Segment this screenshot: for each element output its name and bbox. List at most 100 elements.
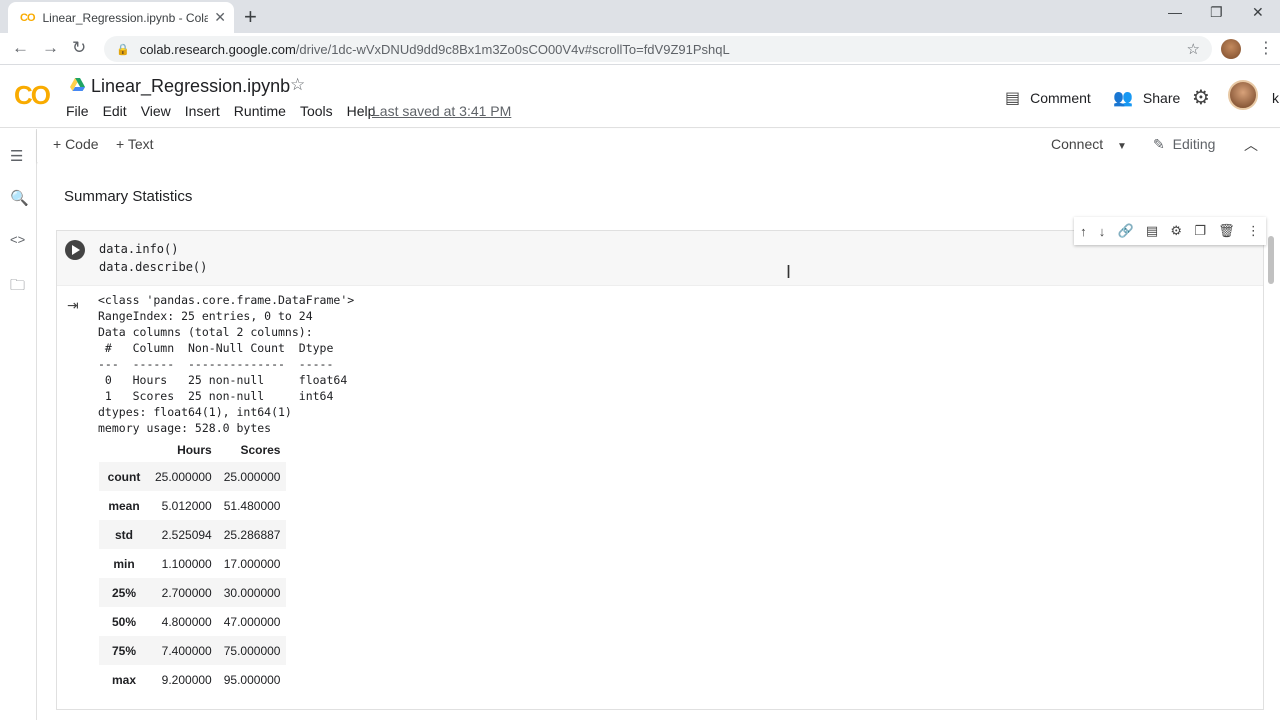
cell-settings-icon[interactable]: ⚙ (1170, 223, 1182, 239)
code-cell[interactable]: data.info() data.describe() ↑ ↓ 🔗 ▤ ⚙ ❐ … (56, 217, 1266, 710)
cell-hours: 2.700000 (161, 585, 212, 600)
table-row: min 1.100000 17.000000 (99, 549, 286, 578)
add-text-button[interactable]: + Text (116, 136, 154, 152)
menu-file[interactable]: File (66, 103, 89, 119)
editing-mode-button[interactable]: ✎ Editing (1153, 136, 1215, 153)
reload-icon[interactable]: ↻ (72, 38, 86, 58)
bookmark-star-icon[interactable]: ☆ (1187, 40, 1200, 58)
forward-icon[interactable]: → (42, 38, 59, 58)
row-label: 75% (111, 643, 137, 658)
cell-scores: 25.000000 (223, 469, 281, 484)
code-editor[interactable]: data.info() data.describe() (99, 240, 207, 276)
index-header (99, 438, 149, 462)
comment-label: Comment (1030, 90, 1091, 106)
code-snippets-icon[interactable]: <> (10, 232, 25, 247)
comment-button[interactable]: ▤ Comment (1005, 88, 1091, 108)
cell-hours: 2.525094 (161, 527, 212, 542)
more-options-icon[interactable]: ⋮ (1247, 223, 1260, 239)
add-code-button[interactable]: + Code (53, 136, 99, 152)
table-row: 50% 4.800000 47.000000 (99, 607, 286, 636)
cell-scores: 75.000000 (223, 643, 281, 658)
dropdown-arrow-icon[interactable]: ▼ (1117, 141, 1127, 152)
browser-tab[interactable]: CO Linear_Regression.ipynb - Colabc ✕ (8, 2, 234, 33)
section-heading: Summary Statistics (64, 188, 193, 205)
menu-edit[interactable]: Edit (103, 103, 127, 119)
cell-scores: 25.286887 (223, 527, 281, 542)
notebook-title[interactable]: Linear_Regression.ipynb (91, 76, 290, 97)
browser-menu-icon[interactable]: ⋮ (1258, 38, 1274, 58)
row-label: 25% (111, 585, 137, 600)
mirror-cell-icon[interactable]: ❐ (1194, 223, 1206, 239)
link-icon[interactable]: 🔗 (1118, 223, 1134, 239)
describe-table: Hours Scores count 25.000000 25.000000 mea… (99, 438, 287, 694)
cell-scores: 30.000000 (223, 585, 281, 600)
cell-hours: 7.400000 (161, 643, 212, 658)
menu-tools[interactable]: Tools (300, 103, 333, 119)
restore-icon[interactable]: ❐ (1210, 4, 1223, 21)
row-label: min (113, 556, 135, 571)
run-cell-button[interactable] (65, 240, 85, 260)
notebook-area: Summary Statistics data.info() data.desc… (38, 162, 1280, 720)
url-host: colab.research.google.com (139, 41, 296, 57)
cell-scores: 95.000000 (223, 672, 281, 687)
move-up-icon[interactable]: ↑ (1080, 224, 1087, 239)
table-of-contents-icon[interactable]: ☰ (10, 147, 23, 165)
back-icon[interactable]: ← (12, 38, 29, 58)
menu-view[interactable]: View (141, 103, 171, 119)
scrollbar-thumb[interactable] (1268, 236, 1274, 284)
search-icon[interactable]: 🔍 (10, 189, 29, 207)
cell-scores: 17.000000 (223, 556, 281, 571)
colab-logo[interactable]: CO (14, 80, 51, 111)
notebook-toolbar: + Code + Text Connect ▼ ✎ Editing ︿ (37, 129, 1280, 162)
delete-cell-icon[interactable]: 🗑 (1218, 223, 1235, 239)
people-icon: 👥 (1113, 90, 1133, 107)
row-label: count (107, 469, 141, 484)
row-label: 50% (111, 614, 137, 629)
connect-button[interactable]: Connect ▼ (1051, 136, 1127, 152)
menu-insert[interactable]: Insert (185, 103, 220, 119)
table-row: std 2.525094 25.286887 (99, 520, 287, 549)
editing-label: Editing (1172, 136, 1216, 152)
info-output: <class 'pandas.core.frame.DataFrame'> Ra… (98, 293, 355, 435)
menu-bar: File Edit View Insert Runtime Tools Help (66, 103, 389, 119)
output-actions-icon[interactable]: ⇥ (67, 297, 79, 314)
table-row: count 25.000000 25.000000 (99, 462, 287, 491)
header-overflow-letter: k (1272, 90, 1279, 106)
new-tab-icon[interactable]: + (244, 4, 257, 30)
cell-toolbar: ↑ ↓ 🔗 ▤ ⚙ ❐ 🗑 ⋮ (1074, 217, 1266, 245)
settings-gear-icon[interactable]: ⚙ (1192, 85, 1210, 110)
google-drive-icon (70, 78, 85, 91)
account-avatar[interactable] (1228, 80, 1258, 110)
close-window-icon[interactable]: ✕ (1252, 4, 1264, 21)
share-button[interactable]: 👥 Share (1113, 88, 1180, 108)
column-header-hours: Hours (177, 443, 212, 457)
lock-icon: 🔒 (116, 43, 130, 56)
cell-hours: 4.800000 (161, 614, 212, 629)
colab-favicon-icon: CO (20, 11, 35, 24)
side-rail: ☰ 🔍 <> 🗀 (0, 129, 37, 720)
files-folder-icon[interactable]: 🗀 (10, 275, 25, 300)
comment-cell-icon[interactable]: ▤ (1146, 223, 1158, 239)
move-down-icon[interactable]: ↓ (1099, 224, 1106, 239)
table-header-row: Hours Scores (99, 438, 286, 462)
star-notebook-icon[interactable]: ☆ (290, 75, 305, 95)
browser-tabbar: CO Linear_Regression.ipynb - Colabc ✕ + … (0, 0, 1280, 33)
table-row: 75% 7.400000 75.000000 (99, 636, 287, 665)
cell-hours: 25.000000 (155, 469, 212, 484)
column-header-scores: Scores (240, 443, 281, 457)
browser-profile-avatar[interactable] (1221, 39, 1241, 59)
colab-header: CO Linear_Regression.ipynb ☆ File Edit V… (0, 66, 1280, 128)
menu-runtime[interactable]: Runtime (234, 103, 286, 119)
cell-scores: 47.000000 (223, 614, 281, 629)
close-tab-icon[interactable]: ✕ (214, 9, 226, 26)
url-field[interactable]: 🔒 colab.research.google.com /drive/1dc-w… (104, 36, 1212, 62)
cell-hours: 9.200000 (161, 672, 212, 687)
text-cursor-icon: I (786, 262, 792, 282)
last-saved-link[interactable]: Last saved at 3:41 PM (372, 103, 511, 119)
chevron-up-icon[interactable]: ︿ (1244, 135, 1258, 155)
minimize-icon[interactable]: — (1168, 4, 1182, 20)
row-label: mean (108, 498, 140, 513)
share-label: Share (1142, 90, 1181, 106)
row-label: std (115, 527, 133, 542)
cell-hours: 1.100000 (161, 556, 212, 571)
